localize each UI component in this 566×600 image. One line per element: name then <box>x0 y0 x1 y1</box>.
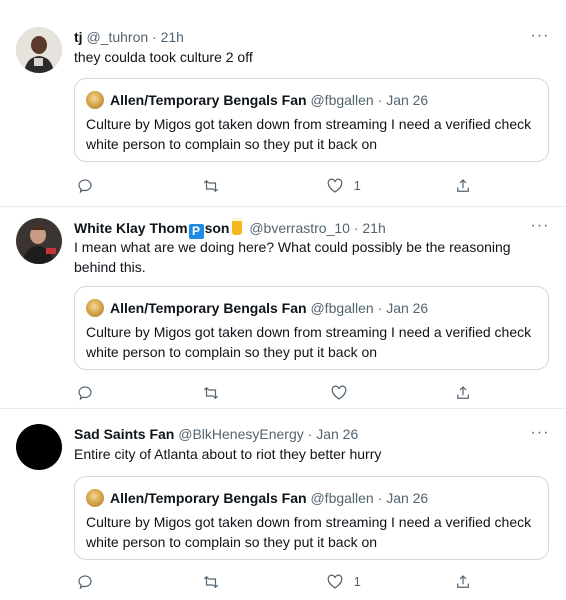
heart-icon <box>327 178 343 193</box>
handle[interactable]: @bverrastro_10 <box>249 220 350 236</box>
reply-button[interactable] <box>76 175 94 195</box>
quoted-text: Culture by Migos got taken down from str… <box>86 324 532 360</box>
avatar-image <box>16 218 62 264</box>
beer-emoji-icon <box>232 218 243 235</box>
reply-button[interactable] <box>76 571 94 591</box>
quoted-header: Allen/Temporary Bengals Fan @fbgallen · … <box>110 91 428 109</box>
quoted-handle: @fbgallen <box>310 300 374 316</box>
share-button[interactable] <box>454 382 472 402</box>
timestamp[interactable]: 21h <box>362 220 385 236</box>
quoted-timestamp: Jan 26 <box>386 490 429 506</box>
like-button[interactable] <box>330 382 348 402</box>
quoted-display-name: Allen/Temporary Bengals Fan <box>110 300 307 316</box>
quoted-display-name: Allen/Temporary Bengals Fan <box>110 92 307 108</box>
quoted-header: Allen/Temporary Bengals Fan @fbgallen · … <box>110 489 428 507</box>
display-name-part2: son <box>204 220 230 236</box>
display-name-part1: White Klay Thom <box>74 220 188 236</box>
retweet-icon <box>203 179 219 192</box>
avatar[interactable] <box>16 218 62 264</box>
quoted-avatar <box>86 299 104 317</box>
heart-icon <box>331 385 347 400</box>
quoted-timestamp: Jan 26 <box>386 92 429 108</box>
quoted-separator: · <box>377 490 383 506</box>
quoted-avatar <box>86 489 104 507</box>
quoted-tweet[interactable]: Allen/Temporary Bengals Fan @fbgallen · … <box>74 78 549 162</box>
quoted-avatar <box>86 91 104 109</box>
share-icon <box>457 178 469 192</box>
retweet-button[interactable] <box>202 175 220 195</box>
display-name[interactable]: Sad Saints Fan <box>74 426 174 442</box>
tweet-header: tj @_tuhron · 21h <box>74 28 184 46</box>
display-name[interactable]: White Klay Thom Pson <box>74 218 243 239</box>
display-name[interactable]: tj <box>74 29 83 45</box>
like-button[interactable]: 1 <box>326 571 361 591</box>
avatar[interactable] <box>16 27 62 73</box>
retweet-button[interactable] <box>202 571 220 591</box>
quoted-header: Allen/Temporary Bengals Fan @fbgallen · … <box>110 299 428 317</box>
retweet-button[interactable] <box>202 382 220 402</box>
retweet-icon <box>203 386 219 399</box>
tweet-text: they coulda took culture 2 off <box>74 49 253 65</box>
like-count: 1 <box>353 177 361 193</box>
tweet-2[interactable]: White Klay Thom Pson @bverrastro_10 · 21h… <box>0 207 566 409</box>
quoted-separator: · <box>377 92 383 108</box>
quoted-handle: @fbgallen <box>310 490 374 506</box>
share-button[interactable] <box>454 175 472 195</box>
reply-button[interactable] <box>76 382 94 402</box>
like-button[interactable]: 1 <box>326 175 361 195</box>
quoted-text: Culture by Migos got taken down from str… <box>86 116 532 152</box>
action-bar <box>74 382 474 402</box>
heart-icon <box>327 574 343 589</box>
reply-icon <box>78 386 92 400</box>
handle[interactable]: @_tuhron <box>86 29 148 45</box>
reply-icon <box>78 575 92 589</box>
separator: · <box>152 29 157 45</box>
quoted-timestamp: Jan 26 <box>386 300 429 316</box>
retweet-icon <box>203 575 219 588</box>
tweet-header: White Klay Thom Pson @bverrastro_10 · 21h <box>74 218 386 239</box>
tweet-1[interactable]: tj @_tuhron · 21h ··· they coulda took c… <box>0 14 566 207</box>
share-button[interactable] <box>454 571 472 591</box>
tweet-text: Entire city of Atlanta about to riot the… <box>74 446 382 462</box>
quoted-tweet[interactable]: Allen/Temporary Bengals Fan @fbgallen · … <box>74 286 549 370</box>
quoted-handle: @fbgallen <box>310 92 374 108</box>
tweet-text: I mean what are we doing here? What coul… <box>74 239 511 275</box>
quoted-text: Culture by Migos got taken down from str… <box>86 514 532 550</box>
quoted-display-name: Allen/Temporary Bengals Fan <box>110 490 307 506</box>
action-bar: 1 <box>74 175 474 195</box>
avatar[interactable] <box>16 424 62 470</box>
separator: · <box>353 220 359 236</box>
like-count: 1 <box>353 573 361 589</box>
timestamp[interactable]: 21h <box>161 29 184 45</box>
tweet-header: Sad Saints Fan @BlkHenesyEnergy · Jan 26 <box>74 425 358 443</box>
separator: · <box>307 426 313 442</box>
action-bar: 1 <box>74 571 474 591</box>
share-icon <box>457 385 469 399</box>
handle[interactable]: @BlkHenesyEnergy <box>178 426 304 442</box>
top-strip <box>0 0 566 14</box>
quoted-separator: · <box>377 300 383 316</box>
reply-icon <box>78 179 92 193</box>
timestamp[interactable]: Jan 26 <box>316 426 358 442</box>
avatar-image <box>16 27 62 73</box>
tweet-3[interactable]: Sad Saints Fan @BlkHenesyEnergy · Jan 26… <box>0 409 566 600</box>
quoted-tweet[interactable]: Allen/Temporary Bengals Fan @fbgallen · … <box>74 476 549 560</box>
share-icon <box>457 574 469 588</box>
